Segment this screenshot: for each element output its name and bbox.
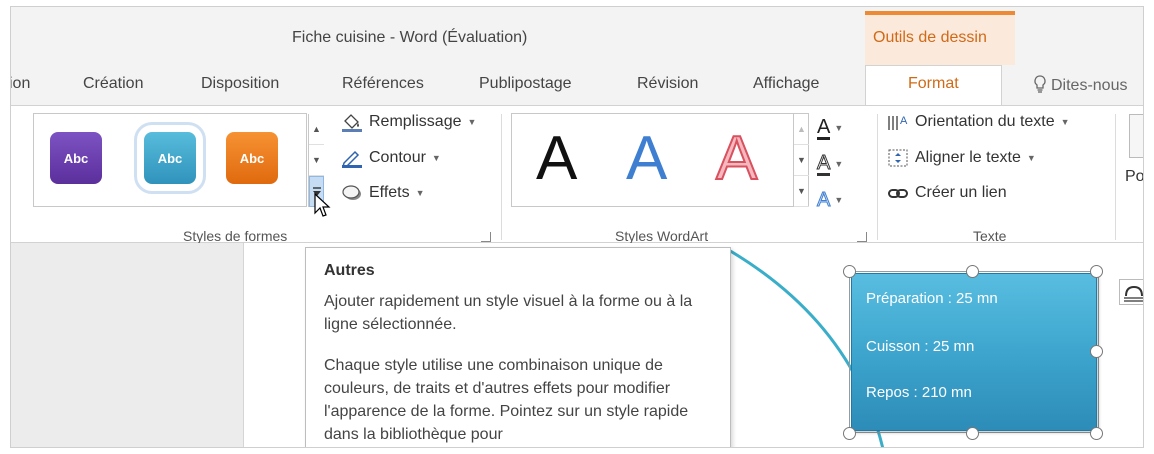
shape-style-label: Abc — [239, 150, 265, 166]
text-fill-icon: A — [817, 115, 831, 140]
title-bar: Fiche cuisine - Word (Évaluation) Outils… — [11, 7, 1143, 65]
shape-effects-label: Effets — [369, 184, 410, 201]
create-link-label: Créer un lien — [915, 184, 1007, 201]
recipe-time-shape[interactable]: Préparation : 25 mn Cuisson : 25 mn Repo… — [851, 273, 1097, 431]
position-button-label[interactable]: Pos — [1125, 168, 1143, 186]
resize-handle-right[interactable] — [1090, 345, 1103, 358]
shape-style-label: Abc — [157, 150, 183, 166]
effects-icon — [342, 185, 361, 200]
group-label-wordart: Styles WordArt — [615, 228, 709, 244]
shape-outline-label: Contour — [369, 149, 426, 166]
svg-text:A: A — [900, 115, 908, 127]
ribbon: Abc Abc Abc ▲ ▼ Remplissage ▼ Contour ▼ Ef… — [11, 105, 1143, 244]
tab-affichage[interactable]: Affichage — [753, 75, 819, 93]
shape-styles-gallery: Abc Abc Abc — [33, 113, 307, 207]
dropdown-caret-icon: ▼ — [834, 123, 844, 133]
tell-me-search[interactable]: Dites-nous — [1033, 75, 1127, 95]
contextual-tab-group-label: Outils de dessin — [873, 29, 987, 46]
shape-text-repos: Repos : 210 mn — [866, 384, 972, 401]
dropdown-caret-icon: ▼ — [834, 159, 844, 169]
group-label-shape-styles: Styles de formes — [183, 228, 288, 244]
text-effects-button[interactable]: A ▼ — [816, 186, 865, 214]
lightbulb-icon — [1034, 75, 1046, 93]
tooltip-title: Autres — [324, 262, 375, 279]
text-fill-button[interactable]: A ▼ — [817, 114, 865, 142]
wordart-down-button[interactable]: ▼ — [794, 145, 809, 176]
align-text-label: Aligner le texte — [915, 149, 1021, 166]
tab-revision[interactable]: Révision — [637, 75, 698, 93]
document-area: Préparation : 25 mn Cuisson : 25 mn Repo… — [11, 243, 1143, 447]
ribbon-tabs: ion Création Disposition Références Publ… — [11, 65, 1143, 106]
tab-creation[interactable]: Création — [83, 75, 143, 93]
wordart-dialog-launcher[interactable] — [857, 232, 867, 242]
text-outline-button[interactable]: A ▼ — [816, 150, 865, 178]
tab-format[interactable]: Format — [865, 65, 1002, 106]
resize-handle-bottom-right[interactable] — [1090, 427, 1103, 440]
wordart-scroll: ▲ ▼ ▼ — [793, 114, 809, 207]
tab-publipostage[interactable]: Publipostage — [479, 75, 572, 93]
align-text-icon — [888, 149, 908, 167]
text-direction-button[interactable]: A Orientation du texte ▼ — [887, 112, 1070, 132]
mouse-cursor-icon — [314, 192, 331, 217]
wordart-style-blue[interactable]: A — [626, 128, 667, 190]
tab-references[interactable]: Références — [342, 75, 424, 93]
dropdown-caret-icon: ▼ — [834, 195, 844, 205]
shape-styles-dialog-launcher[interactable] — [481, 232, 491, 242]
text-direction-label: Orientation du texte — [915, 113, 1055, 130]
tooltip-autres: Autres Ajouter rapidement un style visue… — [305, 247, 731, 447]
group-label-texte: Texte — [973, 228, 1007, 244]
layout-options-glyph — [1124, 285, 1143, 302]
resize-handle-top-right[interactable] — [1090, 265, 1103, 278]
link-icon — [888, 189, 908, 198]
tell-me-label: Dites-nous — [1051, 77, 1128, 94]
tooltip-paragraph-1: Ajouter rapidement un style visuel à la … — [324, 293, 693, 333]
dropdown-caret-icon: ▼ — [467, 117, 477, 127]
shape-fill-label: Remplissage — [369, 113, 462, 130]
dropdown-caret-icon: ▼ — [1026, 153, 1036, 163]
wordart-style-pink[interactable]: A — [715, 127, 758, 191]
wordart-up-button[interactable]: ▲ — [794, 114, 809, 145]
tab-insertion-partial[interactable]: ion — [11, 75, 30, 93]
position-icon[interactable] — [1129, 114, 1143, 158]
resize-handle-top[interactable] — [966, 265, 979, 278]
dropdown-caret-icon: ▼ — [415, 188, 425, 198]
dropdown-caret-icon: ▼ — [1060, 117, 1070, 127]
group-separator — [1115, 114, 1116, 240]
group-separator — [877, 114, 878, 240]
wordart-style-black[interactable]: A — [536, 128, 577, 190]
pencil-outline-icon — [341, 150, 362, 168]
layout-options-icon[interactable] — [1119, 279, 1143, 305]
resize-handle-bottom-left[interactable] — [843, 427, 856, 440]
word-window: Fiche cuisine - Word (Évaluation) Outils… — [10, 6, 1144, 448]
text-effects-icon: A — [816, 189, 831, 211]
shape-style-blue[interactable]: Abc — [134, 122, 206, 194]
text-outline-icon: A — [816, 151, 831, 176]
shape-style-label: Abc — [63, 150, 89, 166]
tooltip-paragraph-2: Chaque style utilise une combinaison uni… — [324, 357, 689, 443]
window-title: Fiche cuisine - Word (Évaluation) — [292, 29, 528, 46]
paint-bucket-icon — [342, 114, 362, 132]
resize-handle-bottom[interactable] — [966, 427, 979, 440]
shape-text-cuisson: Cuisson : 25 mn — [866, 338, 975, 355]
align-text-button[interactable]: Aligner le texte ▼ — [887, 148, 1036, 168]
gallery-up-button[interactable]: ▲ — [309, 114, 324, 145]
gallery-down-button[interactable]: ▼ — [309, 145, 324, 176]
wordart-more-button[interactable]: ▼ — [794, 176, 809, 207]
resize-handle-top-left[interactable] — [843, 265, 856, 278]
create-link-button[interactable]: Créer un lien — [887, 184, 1007, 202]
wordart-gallery: A A A — [511, 113, 809, 207]
shape-outline-button[interactable]: Contour ▼ — [341, 148, 441, 168]
shape-style-orange[interactable]: Abc — [226, 132, 278, 184]
shape-style-purple[interactable]: Abc — [50, 132, 102, 184]
shape-fill-button[interactable]: Remplissage ▼ — [341, 112, 476, 132]
tab-disposition[interactable]: Disposition — [201, 75, 279, 93]
text-direction-icon: A — [888, 115, 908, 130]
shape-effects-button[interactable]: Effets ▼ — [341, 184, 425, 202]
dropdown-caret-icon: ▼ — [431, 153, 441, 163]
shape-text-preparation: Préparation : 25 mn — [866, 290, 998, 307]
group-separator — [501, 114, 502, 240]
